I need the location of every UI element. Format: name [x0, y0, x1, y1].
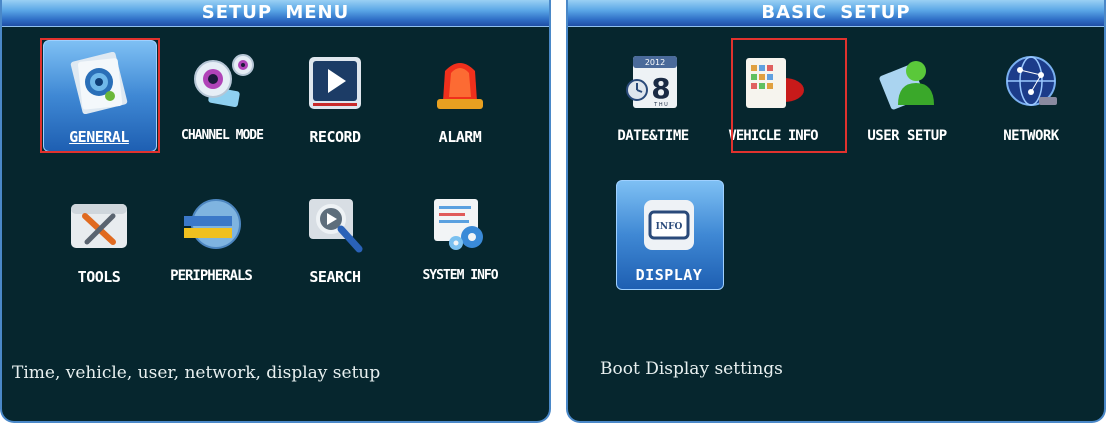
menu-item-system-info-label: SYSTEM INFO [422, 268, 498, 283]
calendar-year: 2012 [645, 58, 665, 67]
basic-setup-panel: BASIC SETUP 2012 8 T H U DATE&TIME VEHIC… [566, 0, 1106, 423]
menu-item-date-time-label: DATE&TIME [617, 128, 689, 144]
system-info-gears-icon [425, 190, 495, 260]
display-info-icon: INFO [634, 190, 704, 260]
menu-item-network-label: NETWORK [1003, 128, 1059, 144]
setup-menu-panel: SETUP MENU GENERAL CHANNEL MODE RECORD A… [0, 0, 551, 423]
vehicle-info-selection-frame [731, 38, 847, 153]
menu-item-user-setup-label: USER SETUP [867, 128, 947, 144]
record-play-icon [300, 48, 370, 118]
menu-item-record-label: RECORD [309, 128, 361, 146]
menu-item-alarm-label: ALARM [438, 128, 482, 146]
basic-setup-description: Boot Display settings [600, 359, 783, 379]
setup-menu-title: SETUP MENU [2, 0, 549, 27]
calendar-weekday: T H U [653, 102, 668, 108]
general-selection-frame [40, 38, 160, 153]
menu-item-display-label: DISPLAY [635, 266, 703, 284]
menu-item-search-label: SEARCH [309, 268, 361, 286]
calendar-clock-icon: 2012 8 T H U [618, 48, 688, 118]
tools-icon [64, 190, 134, 260]
webcam-icon [187, 48, 257, 118]
network-globe-icon [996, 48, 1066, 118]
peripherals-globe-icon [176, 190, 246, 260]
menu-item-peripherals-label: PERIPHERALS [170, 268, 253, 284]
search-magnifier-icon [300, 190, 370, 260]
user-icon [872, 48, 942, 118]
basic-setup-title: BASIC SETUP [568, 0, 1104, 27]
display-icon-text: INFO [656, 222, 683, 232]
calendar-day: 8 [651, 72, 670, 105]
menu-item-tools-label: TOOLS [77, 268, 121, 286]
setup-menu-description: Time, vehicle, user, network, display se… [12, 363, 381, 383]
menu-item-channel-mode-label: CHANNEL MODE [181, 128, 264, 143]
alarm-siren-icon [425, 48, 495, 118]
